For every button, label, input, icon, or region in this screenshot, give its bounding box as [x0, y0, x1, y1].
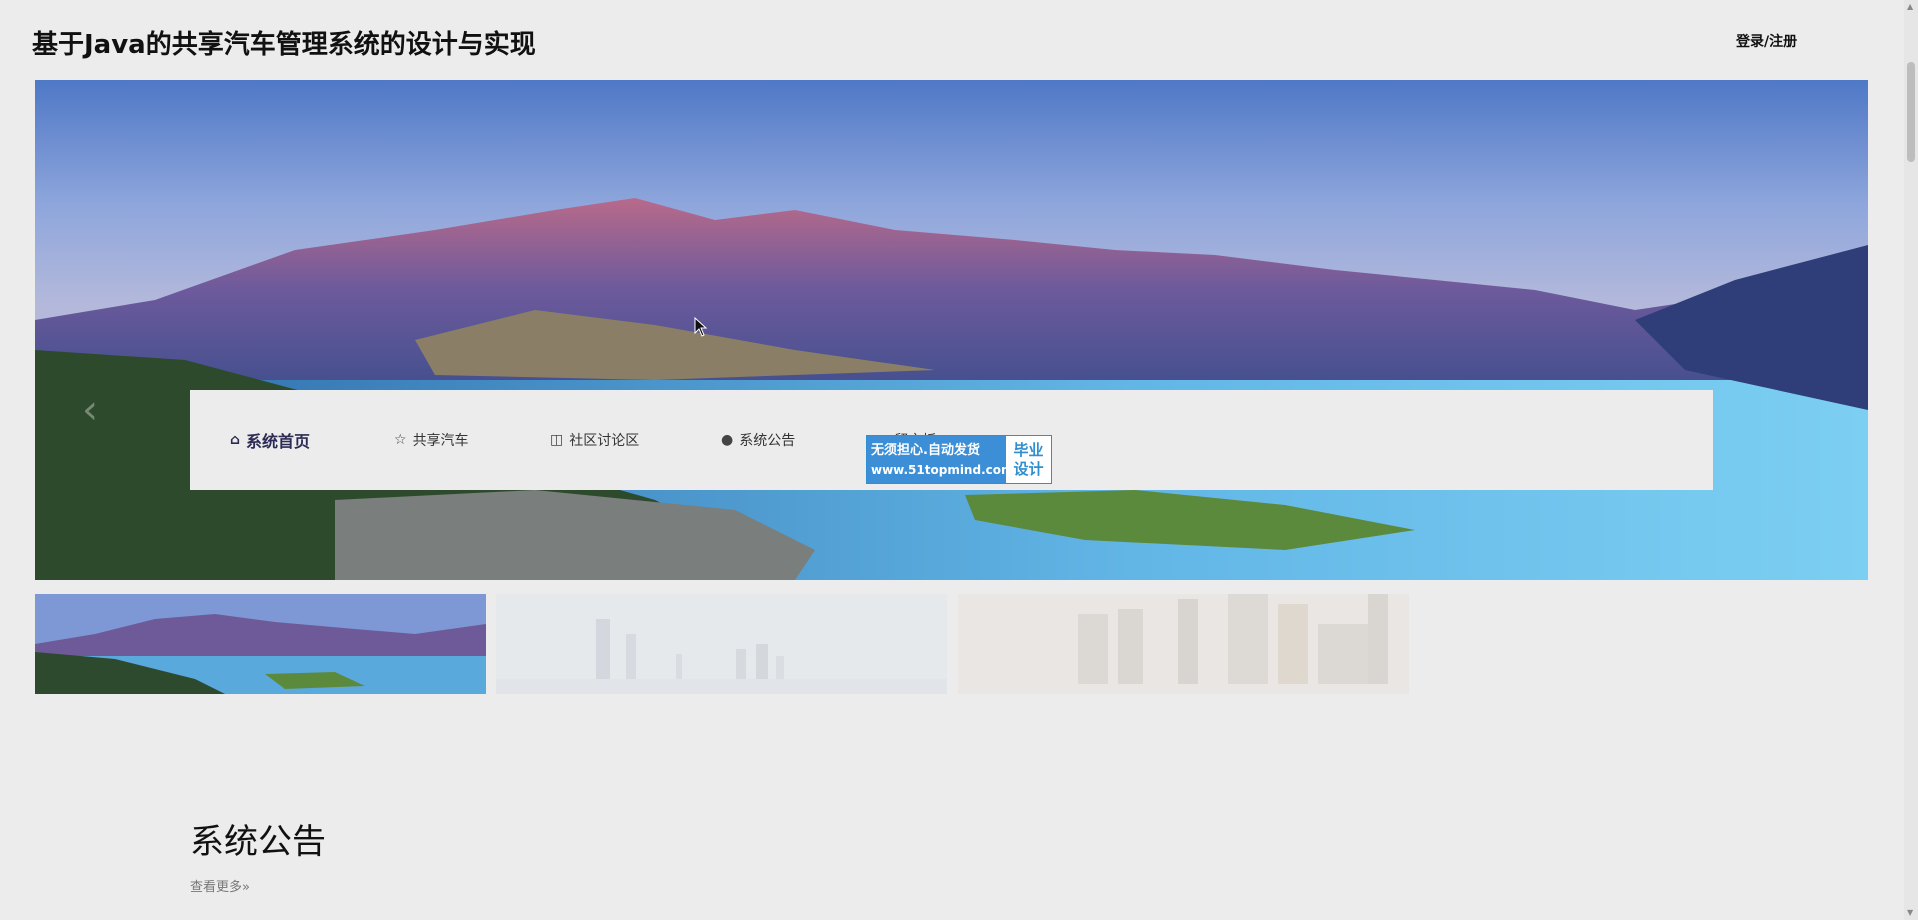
stamp-right2: 设计: [1013, 459, 1044, 478]
carousel-thumbnail-2[interactable]: [496, 594, 947, 694]
view-more-link[interactable]: 查看更多»: [190, 876, 250, 895]
nav-item-label: 社区讨论区: [569, 433, 640, 449]
nav-item-label: 系统首页: [246, 432, 311, 451]
watermark-stamp: 无须担心.自动发货 www.51topmind.com 毕业 设计: [866, 435, 1052, 484]
nav-item-shared-cars[interactable]: ☆ 共享汽车: [394, 430, 469, 450]
star-icon: ☆: [394, 432, 407, 448]
bag-icon: ◫: [550, 432, 564, 448]
scroll-up-icon[interactable]: ▲: [1907, 2, 1913, 11]
carousel-prev-button[interactable]: ‹: [75, 385, 105, 435]
carousel-thumbnail-1[interactable]: [35, 594, 486, 694]
banner-carousel: ‹ ›: [35, 80, 1868, 580]
home-icon: ⌂: [230, 432, 241, 448]
nav-item-forum[interactable]: ◫ 社区讨论区: [550, 430, 639, 450]
scrollbar-thumb[interactable]: [1907, 62, 1915, 162]
carousel-next-button[interactable]: ›: [1865, 385, 1868, 435]
carousel-thumbnail-3[interactable]: [958, 594, 1409, 694]
stamp-right1: 毕业: [1013, 440, 1044, 459]
page-scrollbar[interactable]: ▲ ▼: [1904, 0, 1918, 920]
nav-item-home[interactable]: ⌂ 系统首页: [230, 428, 310, 452]
site-title: 基于Java的共享汽车管理系统的设计与实现: [32, 30, 536, 60]
banner-image: [35, 80, 1868, 580]
nav-item-label: 系统公告: [739, 433, 796, 449]
scroll-down-icon[interactable]: ▼: [1907, 908, 1913, 917]
stamp-line2: www.51topmind.com: [871, 462, 1014, 477]
alert-icon: ●: [721, 432, 734, 448]
notice-section-title: 系统公告: [190, 822, 326, 862]
mouse-cursor-icon: [694, 317, 708, 337]
login-register-link[interactable]: 登录/注册: [1736, 31, 1797, 51]
nav-item-label: 共享汽车: [412, 433, 469, 449]
nav-item-notices[interactable]: ● 系统公告: [721, 430, 795, 450]
stamp-line1: 无须担心.自动发货: [871, 442, 980, 458]
